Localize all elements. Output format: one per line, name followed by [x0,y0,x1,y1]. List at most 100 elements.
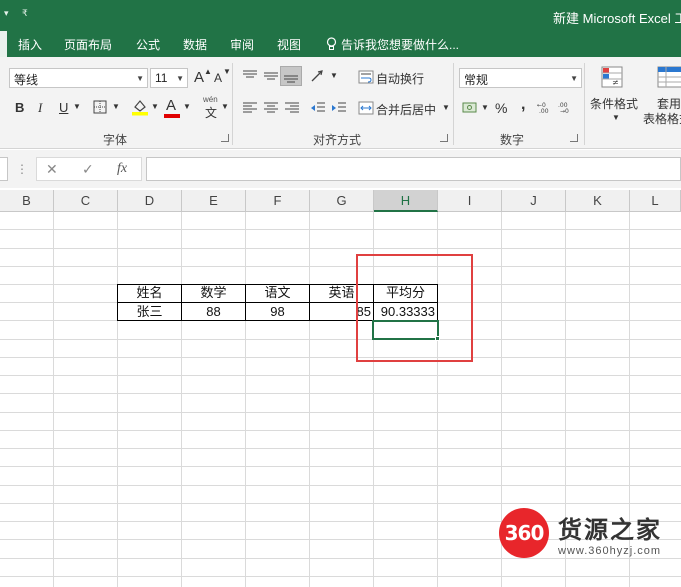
alignment-dialog-launcher-icon[interactable] [440,134,448,142]
column-header-g[interactable]: G [310,190,374,212]
chevron-down-icon[interactable]: ▼ [112,102,120,111]
tab-review[interactable]: 审阅 [230,36,254,53]
font-color-button[interactable]: A [166,97,176,114]
percent-style-button[interactable]: % [495,100,507,116]
tell-me-search[interactable]: 告诉我您想要做什么... [341,36,459,53]
quick-access-dropdown-icon[interactable]: ▾ [4,8,9,19]
tab-formulas[interactable]: 公式 [136,36,160,53]
formula-input[interactable] [146,157,681,181]
cell-f-chinese[interactable]: 98 [246,303,309,322]
conditional-formatting-button[interactable]: 条件格式 [590,95,638,112]
column-header-e[interactable]: E [182,190,246,212]
cancel-icon[interactable]: ✕ [46,161,58,178]
column-header-b[interactable]: B [0,190,54,212]
shrink-arrow-icon: ▼ [223,67,231,76]
column-header-i[interactable]: I [438,190,502,212]
cell-e-header[interactable]: 数学 [182,284,245,303]
align-right-icon[interactable] [284,101,300,115]
align-bottom-button[interactable] [280,66,302,86]
tab-home-edge[interactable] [0,31,7,57]
gridline [0,339,681,340]
align-center-icon[interactable] [263,101,279,115]
tab-page-layout[interactable]: 页面布局 [64,36,112,53]
font-dialog-launcher-icon[interactable] [221,134,229,142]
insert-function-button[interactable]: fx [117,161,127,177]
gridline [0,448,681,449]
customize-quick-access-icon[interactable]: ₹ [22,8,28,19]
column-header-c[interactable]: C [54,190,118,212]
italic-button[interactable]: I [38,100,42,116]
align-left-icon[interactable] [242,101,258,115]
orientation-icon[interactable] [310,69,328,83]
chevron-down-icon[interactable]: ▼ [73,102,81,111]
increase-indent-icon[interactable] [331,101,347,115]
fill-color-icon[interactable] [131,98,149,116]
tab-view[interactable]: 视图 [277,36,301,53]
column-header-d[interactable]: D [118,190,182,212]
chevron-down-icon[interactable]: ▼ [221,102,229,111]
gridline [181,212,182,587]
formula-bar-grip-icon: ⋮ [16,162,28,176]
cell-d-name[interactable]: 张三 [118,303,181,322]
bold-button[interactable]: B [15,100,24,115]
borders-icon[interactable] [93,100,107,114]
chevron-down-icon[interactable]: ▼ [442,103,450,112]
cell-e-math[interactable]: 88 [182,303,245,322]
increase-decimal-icon[interactable]: ←0 .00 [537,100,553,114]
number-dialog-launcher-icon[interactable] [570,134,578,142]
gridline [117,212,118,587]
format-as-table-label-2[interactable]: 表格格式 [643,110,681,127]
gridline [0,266,681,267]
gridline [0,229,681,230]
font-name-select[interactable]: 等线 ▼ [9,68,148,88]
gridline [0,357,681,358]
column-header-f[interactable]: F [246,190,310,212]
column-headers: B C D E F G H I J K L [0,190,681,212]
column-header-k[interactable]: K [566,190,630,212]
chevron-down-icon[interactable]: ▼ [330,71,338,80]
gridline [0,503,681,504]
merge-center-button[interactable]: 合并后居中 [376,101,436,118]
gridline [0,430,681,431]
decrease-decimal-icon[interactable]: .00 →0 [558,100,574,114]
decrease-indent-icon[interactable] [310,101,326,115]
accounting-format-icon[interactable] [462,100,478,114]
merge-center-icon [358,101,374,115]
underline-button[interactable]: U [59,100,68,115]
formula-buttons: ✕ ✓ fx [36,157,142,181]
cell-f-header[interactable]: 语文 [246,284,309,303]
ribbon-home: 等线 ▼ 11 ▼ A ▲ A ▼ B I U ▼ ▼ ▼ A ▼ wén 文 … [0,57,681,149]
chevron-down-icon[interactable]: ▼ [481,103,489,112]
chevron-down-icon[interactable]: ▼ [612,113,620,122]
align-top-icon[interactable] [242,69,258,83]
divider [232,63,233,145]
chevron-down-icon[interactable]: ▼ [183,102,191,111]
column-header-j[interactable]: J [502,190,566,212]
comma-style-button[interactable]: , [521,96,525,114]
cell-d-header[interactable]: 姓名 [118,284,181,303]
column-header-l[interactable]: L [630,190,681,212]
svg-text:→0: →0 [560,108,569,114]
tab-data[interactable]: 数据 [183,36,207,53]
tab-insert[interactable]: 插入 [18,36,42,53]
grow-font-button[interactable]: A [194,69,204,86]
align-middle-icon[interactable] [263,69,279,83]
chevron-down-icon: ▼ [136,74,144,83]
shrink-font-button[interactable]: A [214,71,222,85]
wrap-text-button[interactable]: 自动换行 [376,70,424,87]
format-as-table-icon [657,66,681,88]
name-box[interactable] [0,157,8,181]
column-header-h[interactable]: H [374,190,438,212]
gridline [0,375,681,376]
gridline [0,393,681,394]
gridline [53,212,54,587]
chevron-down-icon[interactable]: ▼ [151,102,159,111]
number-format-select[interactable]: 常规 ▼ [459,68,582,88]
align-bottom-icon [284,75,298,83]
phonetic-guide-button[interactable]: 文 [205,104,217,121]
enter-icon[interactable]: ✓ [82,161,94,178]
watermark-logo: 360 [499,508,549,558]
group-label-font: 字体 [103,133,128,147]
font-size-select[interactable]: 11 ▼ [150,68,188,88]
document-title: 新建 Microsoft Excel 工 [553,11,681,26]
